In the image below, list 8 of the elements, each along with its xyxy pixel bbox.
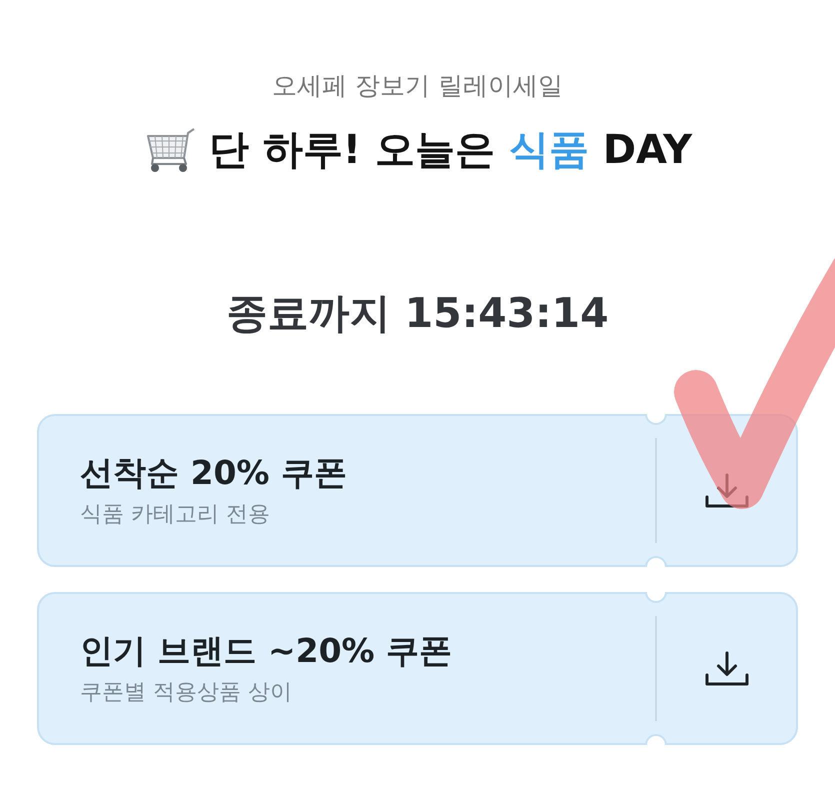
coupon-note: 쿠폰별 적용상품 상이 [80,678,293,706]
coupon-title: 인기 브랜드 ~20% 쿠폰 [80,630,454,672]
coupon-title: 선착순 20% 쿠폰 [80,452,348,494]
event-title: 단 하루! 오늘은 식품 DAY [208,126,692,175]
coupon-note: 식품 카테고리 전용 [80,500,271,528]
countdown-timer: 종료까지 15:43:14 [226,288,609,339]
event-subtitle: 오세페 장보기 릴레이세일 [272,70,563,102]
download-icon [704,650,750,686]
